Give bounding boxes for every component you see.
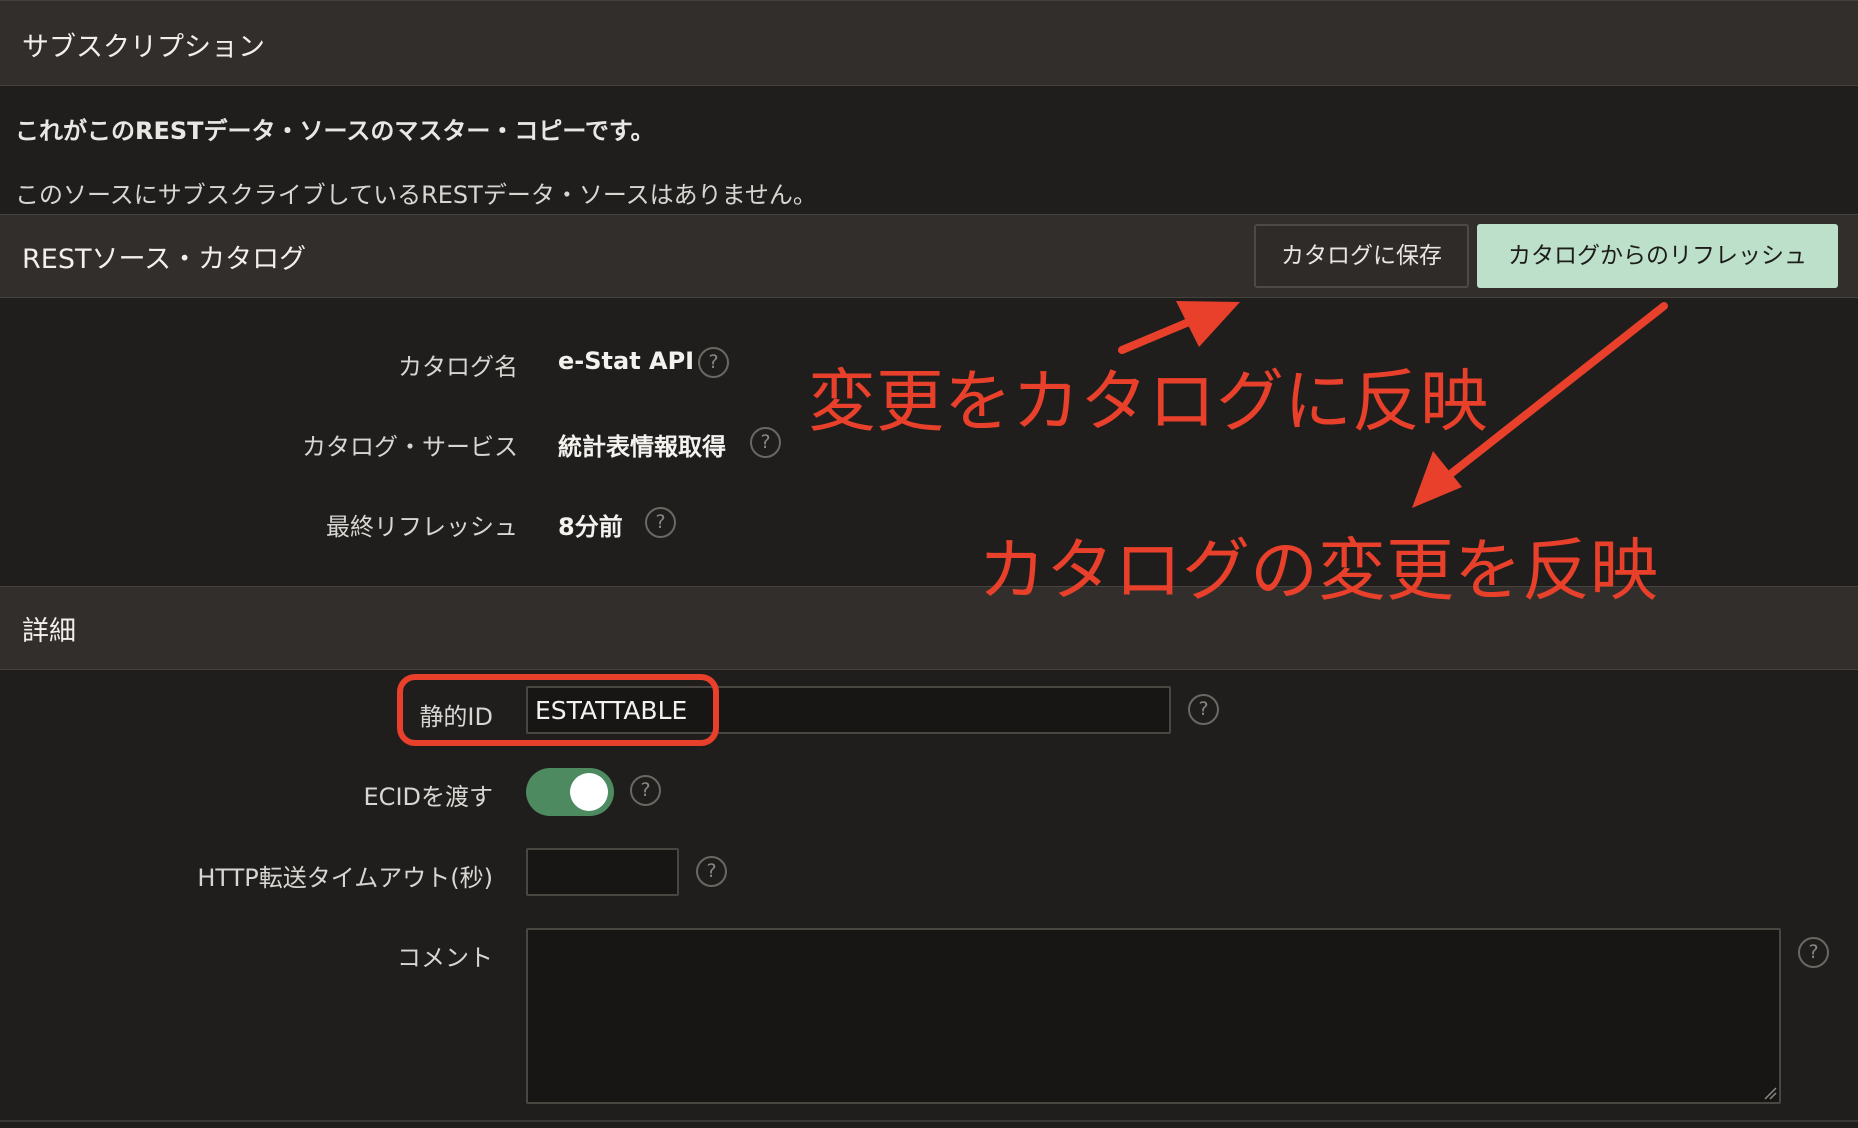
timeout-label: HTTP転送タイムアウト(秒) <box>197 864 493 892</box>
save-arrow-head <box>1176 301 1240 347</box>
last-refresh-value: 8分前 <box>558 513 623 541</box>
comment-help-icon[interactable]: ? <box>1798 937 1829 968</box>
save-to-catalog-button[interactable]: カタログに保存 <box>1254 224 1469 288</box>
details-title: 詳細 <box>22 616 76 647</box>
static-id-highlight <box>397 674 719 746</box>
timeout-input[interactable] <box>526 848 679 896</box>
no-subscribers-text: このソースにサブスクライブしているRESTデータ・ソースはありません。 <box>15 181 817 209</box>
subscription-title: サブスクリプション <box>22 32 265 63</box>
ecid-toggle[interactable] <box>526 768 614 816</box>
master-copy-text: これがこのRESTデータ・ソースのマスター・コピーです。 <box>15 117 655 145</box>
bottom-divider <box>0 1120 1858 1122</box>
catalog-name-value: e-Stat API <box>558 347 695 375</box>
resize-handle-icon[interactable] <box>1763 1086 1777 1100</box>
comment-label: コメント <box>397 944 493 972</box>
static-id-help-icon[interactable]: ? <box>1188 694 1219 725</box>
refresh-arrow-head <box>1412 451 1462 508</box>
timeout-help-icon[interactable]: ? <box>696 856 727 887</box>
last-refresh-help-icon[interactable]: ? <box>645 507 676 538</box>
catalog-service-help-icon[interactable]: ? <box>750 427 781 458</box>
ecid-toggle-knob <box>570 773 608 811</box>
comment-textarea[interactable] <box>526 928 1781 1104</box>
save-annotation-text: 変更をカタログに反映 <box>808 363 1489 442</box>
ecid-help-icon[interactable]: ? <box>630 775 661 806</box>
catalog-service-label: カタログ・サービス <box>302 433 518 461</box>
catalog-service-value: 統計表情報取得 <box>558 433 726 461</box>
catalog-name-help-icon[interactable]: ? <box>698 347 729 378</box>
refresh-annotation-text: カタログの変更を反映 <box>978 532 1659 611</box>
subscription-header: サブスクリプション <box>0 0 1858 86</box>
refresh-from-catalog-button[interactable]: カタログからのリフレッシュ <box>1477 224 1838 288</box>
catalog-title: RESTソース・カタログ <box>22 244 307 275</box>
ecid-label: ECIDを渡す <box>363 783 493 811</box>
save-arrow-shaft <box>1118 310 1212 354</box>
last-refresh-label: 最終リフレッシュ <box>326 513 518 541</box>
catalog-name-label: カタログ名 <box>398 353 518 381</box>
